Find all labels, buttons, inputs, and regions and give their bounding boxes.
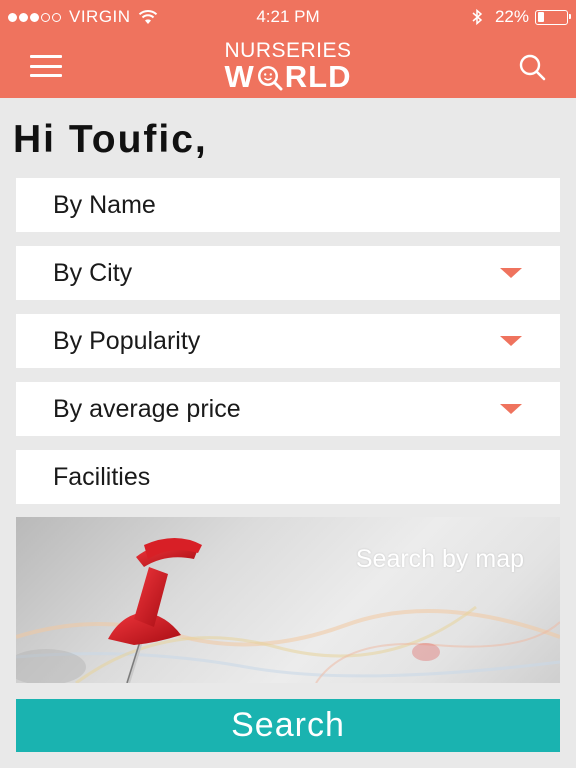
map-background [16, 538, 560, 683]
filter-by-popularity[interactable]: By Popularity [16, 314, 560, 368]
greeting-title: Hi Toufic, [13, 118, 208, 161]
search-button[interactable]: Search [16, 699, 560, 752]
caret-down-icon [500, 336, 522, 346]
search-by-map-label: Search by map [355, 545, 524, 573]
search-by-map-card[interactable]: Search by map [16, 517, 560, 683]
status-right: 22% [471, 7, 571, 27]
filter-label: By average price [53, 394, 241, 423]
filter-label: By Popularity [53, 326, 201, 355]
logo-line-2: W RLD [224, 59, 352, 94]
bluetooth-icon [472, 8, 483, 26]
battery-level-fill [537, 12, 544, 22]
filter-by-average-price[interactable]: By average price [16, 382, 560, 436]
caret-down-icon [500, 404, 522, 414]
caret-down-icon [500, 268, 522, 278]
battery-percent: 22% [494, 7, 529, 26]
battery-icon [535, 9, 571, 25]
filter-facilities[interactable]: Facilities [16, 450, 560, 504]
filter-by-city[interactable]: By City [16, 246, 560, 300]
app-header: VIRGIN 4:21 PM 22% NURSERIES W RLD [0, 0, 576, 98]
baby-face-icon [257, 66, 283, 91]
filter-label: By Name [53, 190, 156, 219]
status-bar: VIRGIN 4:21 PM 22% [0, 0, 576, 34]
search-icon[interactable] [518, 53, 546, 81]
filter-by-name[interactable]: By Name [16, 178, 560, 232]
push-pin-icon [108, 538, 202, 683]
filter-label: By City [53, 258, 133, 287]
filter-label: Facilities [53, 462, 151, 491]
nurseries-world-logo: NURSERIES W RLD [0, 40, 576, 94]
